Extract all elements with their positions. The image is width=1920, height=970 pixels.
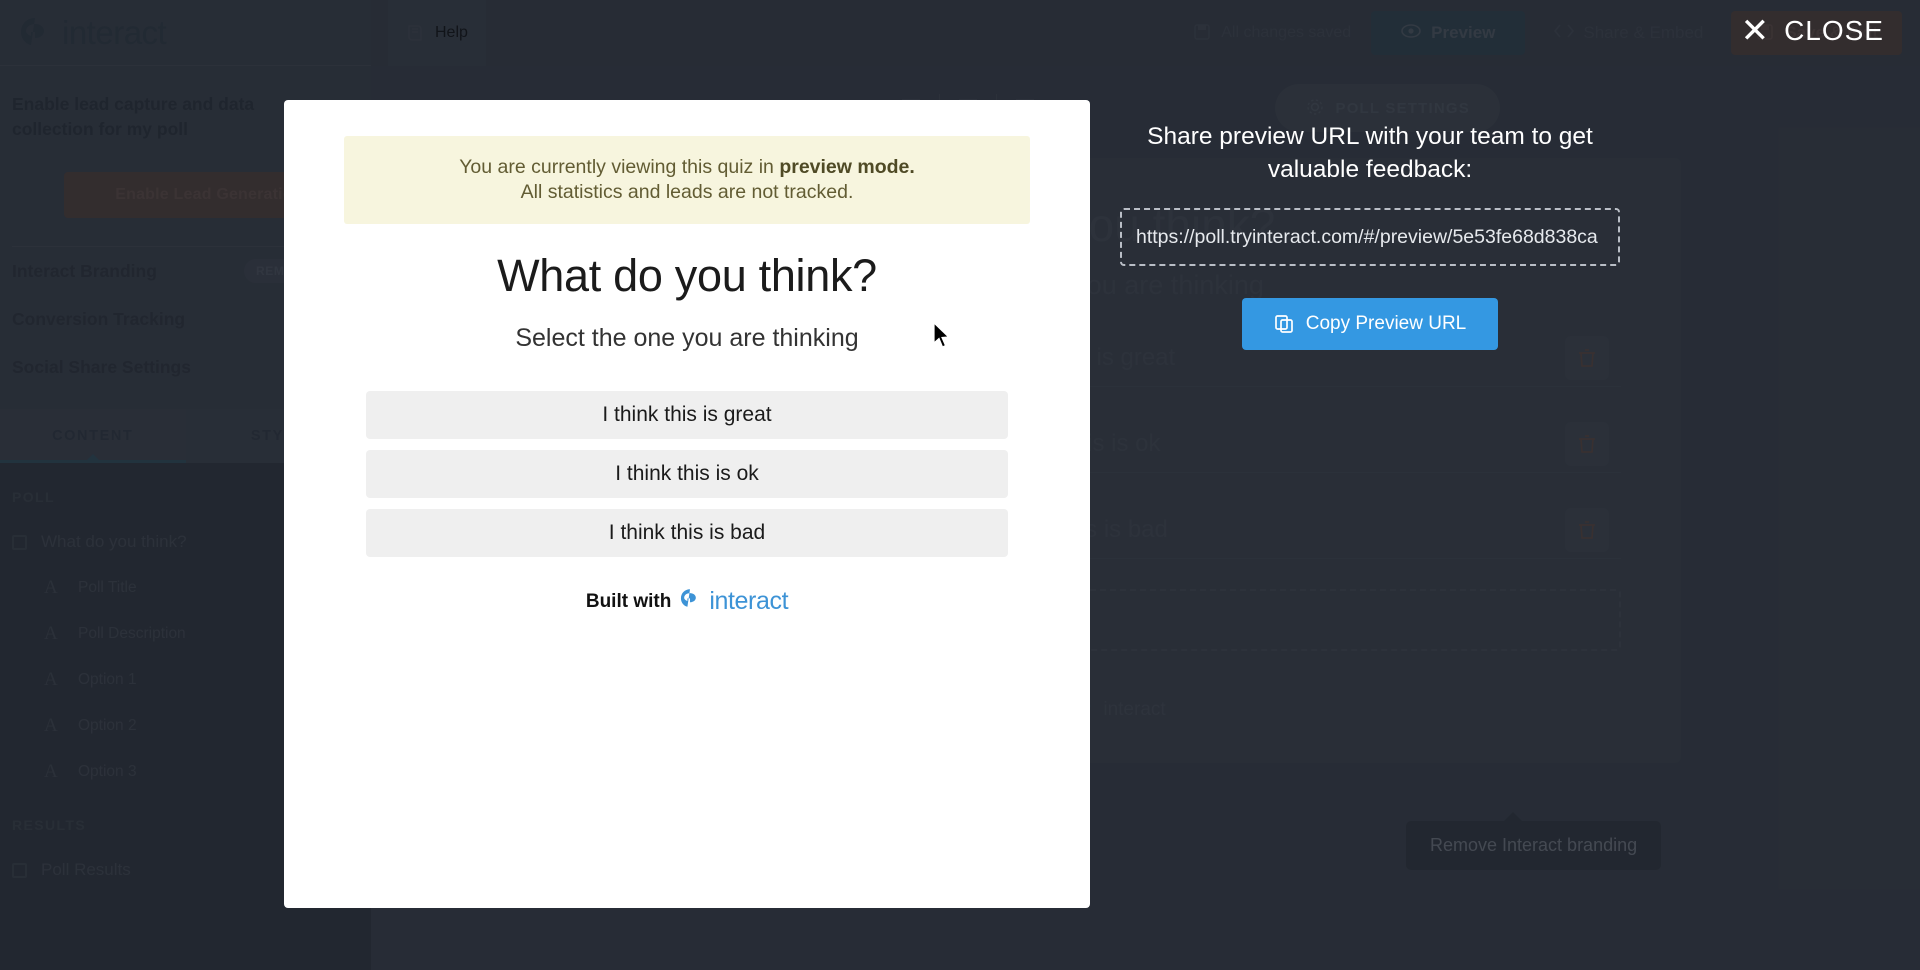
close-icon: ✕ [1740,12,1771,50]
copy-icon [1274,314,1294,334]
preview-modal: You are currently viewing this quiz in p… [284,100,1090,908]
preview-url-text: https://poll.tryinteract.com/#/preview/5… [1136,225,1598,248]
share-preview-panel: Share preview URL with your team to get … [1120,120,1620,350]
preview-built-with: Built with interact [284,587,1090,616]
mouse-cursor [932,321,952,355]
screen: interact Enable lead capture and data co… [0,0,1920,970]
preview-options-list: I think this is great I think this is ok… [366,391,1008,557]
notice-line2: All statistics and leads are not tracked… [520,181,854,203]
notice-line1-prefix: You are currently viewing this quiz in [459,156,780,178]
preview-question-description: Select the one you are thinking [515,324,859,352]
notice-line1-bold: preview mode. [779,156,915,178]
preview-url-box[interactable]: https://poll.tryinteract.com/#/preview/5… [1120,208,1620,266]
close-preview-button[interactable]: ✕ CLOSE [1741,14,1884,48]
interact-logo-icon [679,588,701,616]
built-brand-label: interact [709,587,789,615]
preview-option[interactable]: I think this is ok [366,450,1008,498]
copy-button-label: Copy Preview URL [1305,313,1467,334]
preview-question-title: What do you think? [497,250,877,301]
close-label: CLOSE [1784,15,1884,46]
preview-option[interactable]: I think this is great [366,391,1008,439]
built-with-label: Built with [585,590,672,612]
preview-mode-notice: You are currently viewing this quiz in p… [344,136,1030,224]
share-panel-title: Share preview URL with your team to get … [1147,123,1593,183]
copy-preview-url-button[interactable]: Copy Preview URL [1242,298,1498,350]
preview-option[interactable]: I think this is bad [366,509,1008,557]
